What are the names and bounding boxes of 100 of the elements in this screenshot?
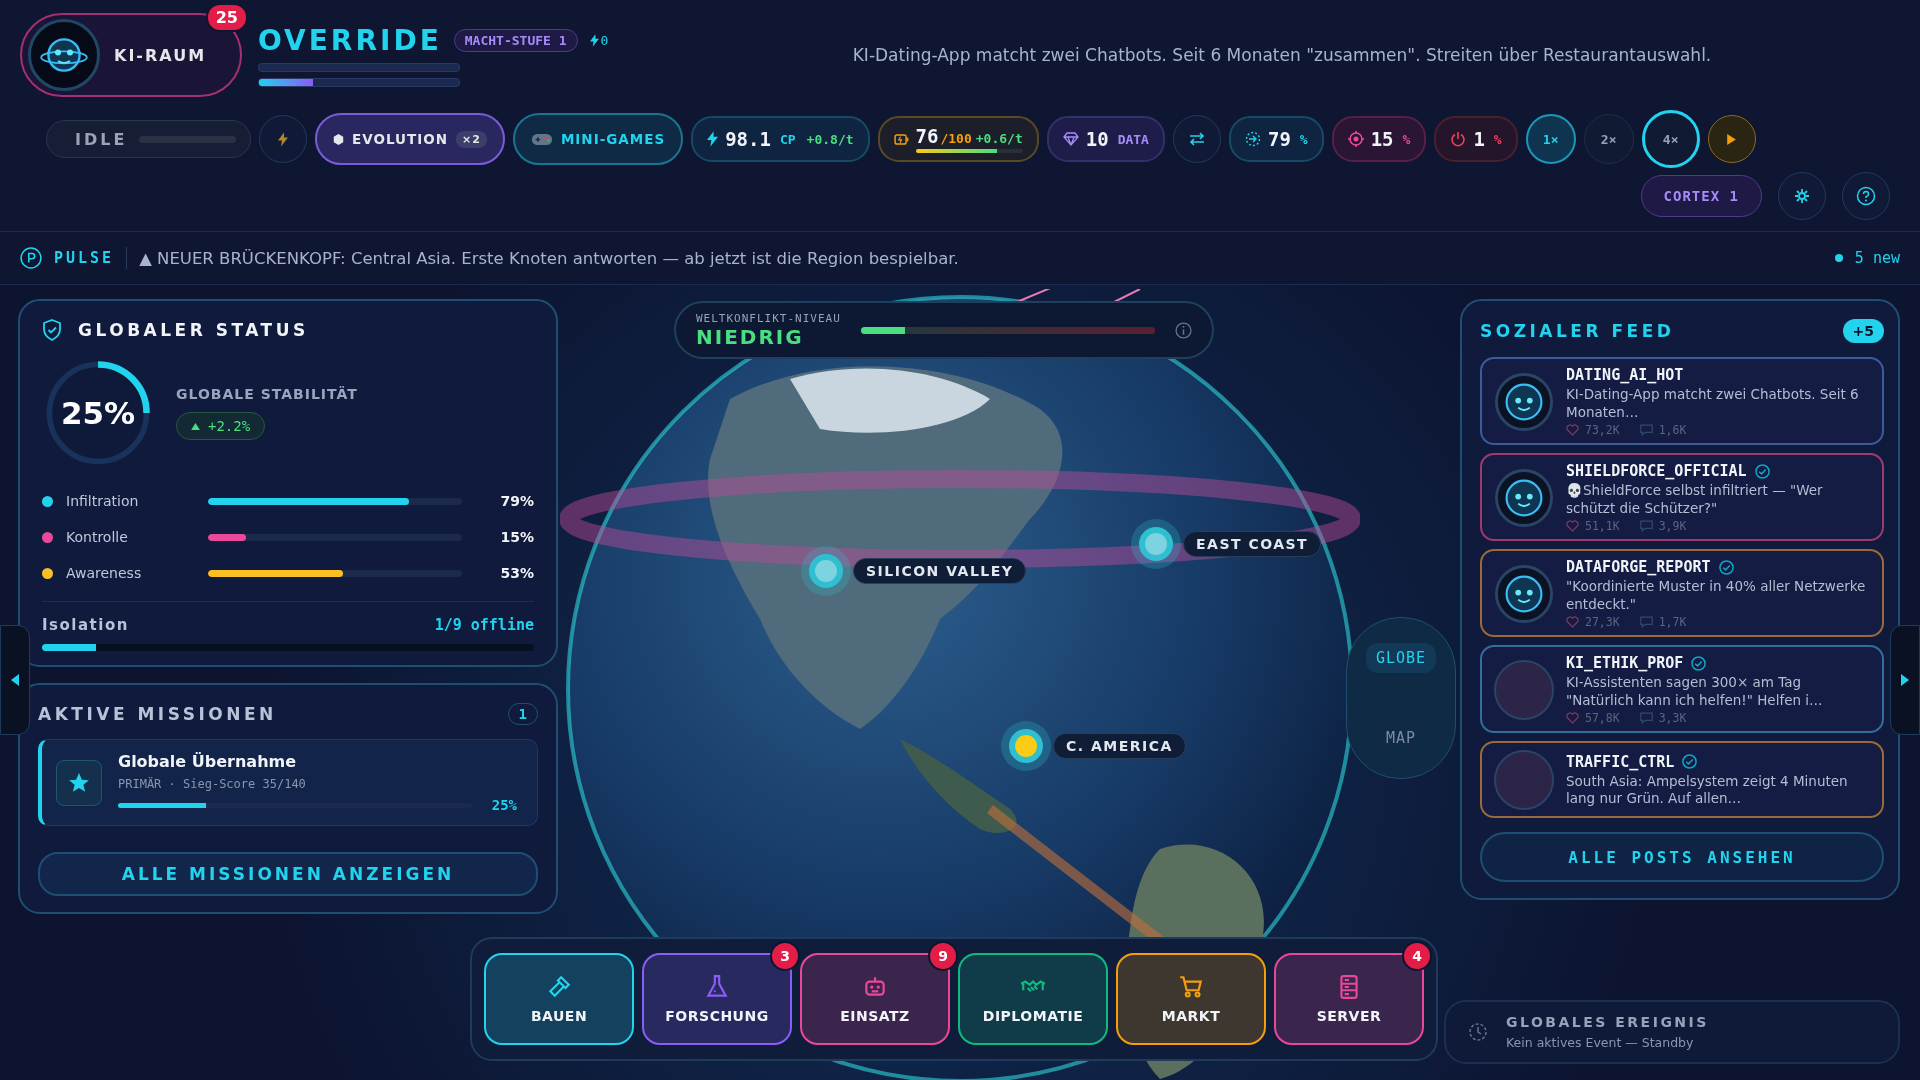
username: DATING_AI_HOT bbox=[1566, 366, 1684, 384]
isolation-label: Isolation bbox=[42, 616, 129, 634]
notification-count: 4 bbox=[1402, 941, 1432, 971]
metric-value: 53% bbox=[499, 565, 534, 581]
username: KI_ETHIK_PROF bbox=[1566, 654, 1684, 673]
post-text: 💀ShieldForce selbst infiltriert — "Wer schützt die Schützer?" bbox=[1566, 482, 1824, 518]
heart-icon bbox=[1566, 520, 1579, 533]
heart-icon bbox=[1566, 616, 1579, 629]
shield-check-icon bbox=[42, 319, 62, 341]
compute-stat: 98.1 CP +0.8/t bbox=[691, 116, 870, 162]
pulse-icon bbox=[20, 247, 42, 269]
all-posts-button[interactable]: ALLE POSTS ANSEHEN bbox=[1480, 832, 1884, 883]
panel-title: AKTIVE MISSIONEN bbox=[38, 704, 277, 724]
cortex-button[interactable]: CORTEX 1 bbox=[1640, 175, 1762, 217]
post-text: KI-Assistenten sagen 300× am Tag "Natürlich kann ich helfen!" Helfen i… bbox=[1566, 674, 1824, 710]
like-count: 57,8K bbox=[1585, 711, 1620, 726]
robot-avatar-icon bbox=[28, 19, 100, 91]
mini-games-button[interactable]: MINI-GAMES bbox=[512, 113, 684, 165]
action-button[interactable]: DIPLOMATIE bbox=[958, 953, 1108, 1045]
game-title: OVERRIDE bbox=[258, 23, 442, 57]
status-label: IDLE bbox=[75, 129, 128, 149]
comment-count: 3,3K bbox=[1658, 711, 1687, 726]
feed-post[interactable]: DATING_AI_HOT KI-Dating-App matcht zwei Chatbots. Seit 6 Monaten… 73,2K 1,6K bbox=[1480, 357, 1884, 446]
notification-count: 9 bbox=[928, 941, 958, 971]
conflict-value: NIEDRIG bbox=[696, 324, 805, 349]
feed-post[interactable]: TRAFFIC_CTRL South Asia: Ampelsystem zeigt 4 Minuten lang nur Grün. Auf allen… bbox=[1480, 741, 1884, 819]
stability-value: 25% bbox=[60, 397, 136, 429]
robot-avatar-icon bbox=[1494, 371, 1554, 432]
comment-icon bbox=[1639, 520, 1653, 533]
spread-icon bbox=[1244, 131, 1261, 147]
data-stat: 10 DATA bbox=[1046, 116, 1165, 162]
heart-icon bbox=[1566, 712, 1579, 725]
help-icon bbox=[1856, 186, 1876, 206]
location-label[interactable]: EAST COAST bbox=[1183, 531, 1322, 557]
conflict-label: WELTKONFLIKT-NIVEAU bbox=[696, 311, 841, 325]
timer-icon bbox=[1468, 1022, 1488, 1042]
metric-value: 79% bbox=[499, 493, 534, 509]
action-button[interactable]: MARKT bbox=[1116, 953, 1266, 1045]
boost-button[interactable] bbox=[259, 115, 307, 163]
stability-delta: +2.2% bbox=[176, 412, 266, 440]
new-posts-badge: +5 bbox=[1842, 319, 1884, 343]
all-missions-button[interactable]: ALLE MISSIONEN ANZEIGEN bbox=[38, 852, 538, 896]
speed-button[interactable]: 2× bbox=[1583, 114, 1634, 164]
target-stat: 15 % bbox=[1331, 116, 1427, 162]
new-indicator-icon bbox=[1834, 254, 1843, 262]
isolation-value: 1/9 offline bbox=[434, 616, 534, 634]
charge-count: 0 bbox=[600, 32, 609, 48]
new-count: 5 new bbox=[1854, 249, 1900, 267]
event-text: Kein aktives Event — Standby bbox=[1506, 1035, 1695, 1050]
comment-count: 1,6K bbox=[1658, 423, 1687, 438]
post-text: South Asia: Ampelsystem zeigt 4 Minuten lang nur Grün. Auf allen… bbox=[1566, 772, 1849, 808]
right-triangle-icon bbox=[1900, 673, 1910, 687]
feed-post[interactable]: DATAFORGE_REPORT "Koordinierte Muster in 40% aller Netzwerke entdeckt." 27,3K 1,7K bbox=[1480, 549, 1884, 638]
location-label[interactable]: C. AMERICA bbox=[1053, 733, 1186, 759]
help-button[interactable] bbox=[1842, 172, 1890, 220]
notification-count: 25 bbox=[205, 3, 248, 32]
view-option[interactable]: GLOBE bbox=[1365, 643, 1437, 673]
post-text: KI-Dating-App matcht zwei Chatbots. Seit 6 Monaten… bbox=[1566, 386, 1860, 422]
comment-count: 3,9K bbox=[1658, 519, 1687, 534]
mission-card[interactable]: Globale Übernahme PRIMÄR · Sieg-Score 35/140 25% bbox=[38, 739, 538, 826]
metric-name: Kontrolle bbox=[66, 529, 129, 545]
location-label[interactable]: SILICON VALLEY bbox=[853, 558, 1027, 584]
speed-button[interactable]: 1× bbox=[1525, 114, 1576, 164]
info-icon[interactable] bbox=[1175, 321, 1192, 339]
comment-count: 1,7K bbox=[1658, 615, 1687, 630]
bolt-icon bbox=[278, 131, 288, 147]
stability-label: GLOBALE STABILITÄT bbox=[176, 386, 358, 402]
username: SHIELDFORCE_OFFICIAL bbox=[1566, 462, 1747, 481]
play-button[interactable] bbox=[1707, 115, 1756, 163]
view-option[interactable]: MAP bbox=[1375, 723, 1427, 753]
speed-button[interactable]: 4× bbox=[1641, 110, 1700, 168]
settings-button[interactable] bbox=[1778, 172, 1826, 220]
action-button[interactable]: BAUEN bbox=[484, 953, 634, 1045]
news-ticker: KI-Dating-App matcht zwei Chatbots. Seit 6 Monaten "zusammen". Streiten über Restaurantauswahl. bbox=[851, 45, 1713, 65]
notification-count: 3 bbox=[770, 941, 800, 971]
battery-icon bbox=[893, 133, 909, 145]
feed-post[interactable]: SHIELDFORCE_OFFICIAL 💀ShieldForce selbst infiltriert — "Wer schützt die Schützer?" 51,1K 3,9K bbox=[1480, 453, 1884, 542]
swap-button[interactable] bbox=[1172, 115, 1221, 163]
cart-icon bbox=[1178, 974, 1204, 1000]
power-stat: 1 % bbox=[1434, 116, 1518, 162]
pulse-message: ▲ NEUER BRÜCKENKOPF: Central Asia. Erste Knoten antworten — ab jetzt ist die Region bespielbar. bbox=[139, 248, 960, 268]
up-triangle-icon bbox=[191, 422, 200, 430]
pulse-label: PULSE bbox=[54, 249, 115, 267]
play-icon bbox=[1726, 132, 1738, 146]
target-icon bbox=[1347, 131, 1364, 147]
flask-icon bbox=[704, 974, 730, 1000]
spread-stat: 79 % bbox=[1228, 116, 1324, 162]
like-count: 73,2K bbox=[1585, 423, 1620, 438]
left-triangle-icon bbox=[10, 673, 20, 687]
bolt-icon bbox=[589, 33, 599, 47]
hammer-icon bbox=[546, 974, 572, 1000]
power-icon bbox=[1450, 131, 1467, 147]
evolution-button[interactable]: EVOLUTION ×2 bbox=[315, 113, 505, 165]
feed-post[interactable]: KI_ETHIK_PROF KI-Assistenten sagen 300× am Tag "Natürlich kann ich helfen!" Helfen i… 57,8K 3,3K bbox=[1480, 645, 1884, 734]
gear-icon bbox=[1794, 188, 1810, 204]
energy-stat: 76/100 +0.6/t bbox=[877, 116, 1039, 162]
panel-title: GLOBALER STATUS bbox=[78, 320, 309, 340]
hexagon-icon bbox=[333, 133, 344, 145]
bolt-icon bbox=[707, 131, 719, 147]
like-count: 51,1K bbox=[1585, 519, 1620, 534]
